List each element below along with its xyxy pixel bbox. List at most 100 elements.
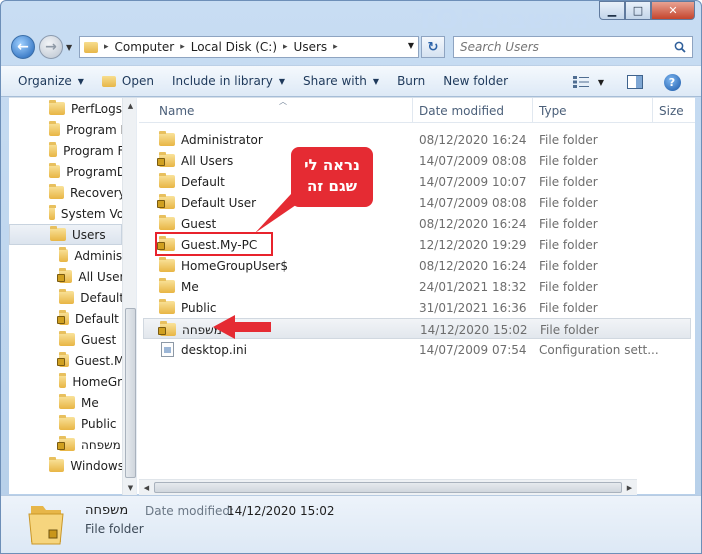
sidebar-item[interactable]: Program Files (x86) — [9, 140, 122, 161]
sidebar-item[interactable]: Program Files — [9, 119, 122, 140]
sidebar-item[interactable]: Guest.My-PC — [9, 350, 122, 371]
address-dropdown-icon[interactable]: ▼ — [408, 41, 414, 50]
file-list-row[interactable]: Default 14/07/2009 10:07 File folder — [143, 171, 637, 192]
help-button[interactable]: ? — [662, 70, 682, 94]
sidebar-item-label: PerfLogs — [70, 101, 122, 116]
column-headers: ︿ Name Date modified Type Size — [139, 98, 695, 123]
scrollbar-thumb[interactable] — [154, 482, 622, 493]
sidebar-item[interactable]: ProgramData — [9, 161, 122, 182]
breadcrumb-local-disk[interactable]: Local Disk (C:) — [187, 40, 281, 54]
sidebar-item[interactable]: PerfLogs — [9, 98, 122, 119]
folder-icon — [59, 373, 67, 388]
sidebar-item[interactable]: Default — [9, 287, 122, 308]
file-name: HomeGroupUser$ — [181, 258, 288, 273]
locked-folder-icon — [158, 321, 176, 336]
file-name-cell: All Users — [143, 150, 233, 171]
sidebar-item[interactable]: Recovery — [9, 182, 122, 203]
scroll-left-icon[interactable]: ◀ — [139, 480, 154, 495]
folder-icon — [84, 41, 98, 53]
view-options-button[interactable] — [571, 70, 591, 94]
refresh-button[interactable]: ↻ — [421, 36, 445, 58]
file-name: Public — [181, 300, 217, 315]
details-item-type: File folder — [85, 522, 144, 536]
minimize-button[interactable]: ▁ — [599, 1, 625, 20]
scroll-down-icon[interactable]: ▼ — [123, 480, 136, 495]
file-date-modified: 08/12/2020 16:24 — [419, 216, 527, 231]
sidebar-item-label: HomeGroupUser$ — [72, 374, 122, 389]
column-header-size[interactable]: Size — [653, 98, 695, 123]
recent-pages-dropdown-icon[interactable]: ▼ — [66, 43, 72, 52]
sidebar-item-label: Public — [81, 416, 117, 431]
column-header-date-modified[interactable]: Date modified — [413, 98, 533, 123]
share-with-button[interactable]: Share with ▼ — [294, 69, 388, 93]
column-header-name[interactable]: Name — [139, 98, 413, 123]
details-view-icon — [573, 76, 589, 88]
file-name: Guest — [181, 216, 217, 231]
file-name-cell: Public — [143, 297, 217, 318]
sidebar-item[interactable]: HomeGroupUser$ — [9, 371, 122, 392]
new-folder-label: New folder — [443, 74, 509, 88]
file-type: File folder — [540, 322, 599, 337]
folder-icon — [59, 415, 75, 430]
chevron-down-icon: ▼ — [77, 76, 84, 86]
folder-icon — [49, 100, 65, 115]
file-list-row[interactable]: Administrator 08/12/2020 16:24 File folder — [143, 129, 637, 150]
sidebar-item[interactable]: משפחה — [9, 434, 122, 455]
address-row: ← → ▼ ▸ Computer ▸ Local Disk (C:) ▸ Use… — [1, 31, 701, 63]
lock-icon — [57, 358, 65, 366]
close-button[interactable]: ✕ — [651, 1, 695, 20]
sidebar-item[interactable]: System Volume Information — [9, 203, 122, 224]
breadcrumb-separator-icon[interactable]: ▸ — [331, 42, 340, 52]
include-in-library-button[interactable]: Include in library ▼ — [163, 69, 294, 93]
scroll-up-icon[interactable]: ▲ — [123, 98, 136, 113]
sidebar-item[interactable]: Windows — [9, 455, 122, 476]
file-list-row[interactable]: HomeGroupUser$ 08/12/2020 16:24 File folde… — [143, 255, 637, 276]
chevron-down-icon: ▼ — [278, 76, 285, 86]
address-bar[interactable]: ▸ Computer ▸ Local Disk (C:) ▸ Users ▸ ▼ — [79, 36, 419, 58]
settings-file-icon — [161, 342, 174, 357]
scrollbar-thumb[interactable] — [125, 308, 136, 478]
open-button[interactable]: Open — [93, 69, 163, 93]
breadcrumb-users[interactable]: Users — [290, 40, 332, 54]
maximize-button[interactable]: □ — [625, 1, 651, 20]
burn-button[interactable]: Burn — [388, 69, 434, 93]
sidebar-item[interactable]: Default User — [9, 308, 122, 329]
sidebar-item[interactable]: Administrator — [9, 245, 122, 266]
sidebar-item[interactable]: Public — [9, 413, 122, 434]
breadcrumb-separator-icon[interactable]: ▸ — [281, 42, 290, 52]
view-options-dropdown-icon[interactable]: ▼ — [594, 70, 608, 94]
search-input[interactable] — [453, 36, 693, 58]
sidebar-item[interactable]: Me — [9, 392, 122, 413]
new-folder-button[interactable]: New folder — [434, 69, 517, 93]
column-header-type[interactable]: Type — [533, 98, 653, 123]
breadcrumb-separator-icon[interactable]: ▸ — [178, 42, 187, 52]
explorer-window: TOPמחשבים ▁ □ ✕ ← → ▼ ▸ Computer ▸ Local… — [0, 0, 702, 554]
help-icon: ? — [663, 73, 681, 91]
sidebar-item[interactable]: All Users — [9, 266, 122, 287]
watermark-logo: TOPמחשבים — [416, 5, 591, 31]
sidebar-item[interactable]: Users — [9, 224, 122, 245]
breadcrumb-computer[interactable]: Computer — [111, 40, 179, 54]
file-list-row[interactable]: Guest 08/12/2020 16:24 File folder — [143, 213, 637, 234]
breadcrumb-separator-icon[interactable]: ▸ — [102, 42, 111, 52]
back-button[interactable]: ← — [11, 35, 35, 59]
navigation-scrollbar[interactable]: ▲ ▼ — [122, 98, 136, 495]
file-list-row[interactable]: Me 24/01/2021 18:32 File folder — [143, 276, 637, 297]
file-date-modified: 31/01/2021 16:36 — [419, 300, 527, 315]
search-icon[interactable] — [674, 41, 686, 53]
file-date-modified: 08/12/2020 16:24 — [419, 258, 527, 273]
file-list-row[interactable]: Default User 14/07/2009 08:08 File folder — [143, 192, 637, 213]
forward-button[interactable]: → — [39, 35, 63, 59]
title-bar[interactable]: TOPמחשבים ▁ □ ✕ — [1, 1, 701, 31]
folder-icon — [49, 205, 56, 220]
file-date-modified: 14/07/2009 08:08 — [419, 153, 527, 168]
sidebar-item[interactable]: Guest — [9, 329, 122, 350]
chevron-down-icon: ▼ — [372, 76, 380, 86]
annotation-text-line-1: נראה לי — [304, 156, 360, 174]
horizontal-scrollbar[interactable]: ◀ ▶ — [139, 479, 637, 495]
preview-pane-button[interactable] — [625, 70, 645, 94]
organize-button[interactable]: Organize ▼ — [9, 69, 93, 93]
file-list-row[interactable]: All Users 14/07/2009 08:08 File folder — [143, 150, 637, 171]
file-list-row[interactable]: desktop.ini 14/07/2009 07:54 Configuration… — [143, 339, 659, 360]
scroll-right-icon[interactable]: ▶ — [622, 480, 637, 495]
